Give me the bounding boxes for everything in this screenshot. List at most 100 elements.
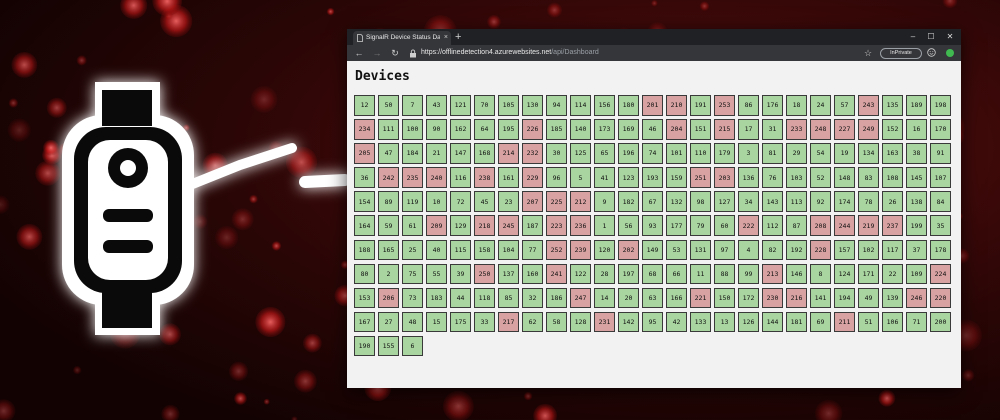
device-tile: 179 (714, 143, 735, 164)
refresh-icon[interactable]: ↻ (389, 45, 401, 61)
device-tile: 246 (906, 287, 927, 309)
device-tile: 204 (666, 119, 687, 140)
device-tile: 133 (690, 311, 711, 333)
device-tile: 98 (690, 191, 711, 212)
address-bar[interactable]: https://offlinedetection4.azurewebsites.… (421, 48, 841, 58)
back-icon[interactable]: ← (353, 45, 365, 61)
device-tile: 237 (882, 215, 903, 236)
tab-close-icon[interactable]: × (444, 31, 448, 45)
device-tile: 72 (450, 191, 471, 212)
device-tile: 242 (378, 167, 399, 188)
device-tile: 116 (450, 167, 471, 188)
lock-icon[interactable] (409, 49, 417, 58)
device-tile: 178 (930, 239, 951, 261)
device-tile: 22 (882, 263, 903, 285)
device-tile: 51 (858, 311, 879, 333)
device-tile: 28 (594, 263, 615, 285)
device-tile: 64 (474, 119, 495, 140)
device-tile: 71 (906, 311, 927, 333)
device-tile: 155 (378, 335, 399, 357)
device-tile: 78 (858, 191, 879, 212)
wearable-device-icon (62, 82, 351, 335)
device-tile: 230 (762, 287, 783, 309)
device-tile: 187 (522, 215, 543, 236)
device-tile: 174 (834, 191, 855, 212)
device-tile: 162 (450, 119, 471, 140)
device-tile: 205 (354, 143, 375, 164)
device-tile: 65 (594, 143, 615, 164)
device-tile: 83 (858, 167, 879, 188)
device-tile: 222 (738, 215, 759, 236)
device-tile: 157 (834, 239, 855, 261)
device-tile: 199 (906, 215, 927, 236)
favorite-star-icon[interactable]: ☆ (864, 45, 872, 61)
device-tile: 58 (546, 311, 567, 333)
device-tile: 18 (786, 95, 807, 116)
device-tile: 120 (594, 239, 615, 261)
device-tile: 123 (618, 167, 639, 188)
device-tile: 149 (642, 239, 663, 261)
device-tile: 2 (378, 263, 399, 285)
device-tile: 220 (930, 287, 951, 309)
new-tab-button[interactable]: + (455, 29, 461, 45)
device-tile: 16 (906, 119, 927, 140)
device-tile: 86 (738, 95, 759, 116)
device-tile: 57 (834, 95, 855, 116)
device-tile: 99 (738, 263, 759, 285)
device-tile: 211 (834, 311, 855, 333)
device-tile: 161 (498, 167, 519, 188)
profile-avatar[interactable] (946, 49, 954, 57)
device-tile: 138 (906, 191, 927, 212)
device-tile: 112 (762, 215, 783, 236)
maximize-button[interactable]: ☐ (923, 29, 939, 45)
device-tile: 85 (498, 287, 519, 309)
device-tile: 180 (618, 95, 639, 116)
device-tile: 248 (810, 119, 831, 140)
device-tile: 134 (858, 143, 879, 164)
device-tile: 70 (474, 95, 495, 116)
device-tile: 172 (738, 287, 759, 309)
device-tile: 110 (690, 143, 711, 164)
nav-bar: ← → ↻ https://offlinedetection4.azureweb… (347, 45, 961, 61)
device-tile: 7 (402, 95, 423, 116)
device-tile: 74 (642, 143, 663, 164)
device-tile: 60 (714, 215, 735, 236)
device-tile: 29 (786, 143, 807, 164)
device-tile: 77 (522, 239, 543, 261)
device-tile: 91 (930, 143, 951, 164)
device-tile: 130 (522, 95, 543, 116)
forward-icon[interactable]: → (371, 45, 383, 61)
device-tile: 107 (930, 167, 951, 188)
feedback-smiley-icon[interactable] (927, 48, 936, 57)
device-tile: 175 (450, 311, 471, 333)
device-tile: 214 (498, 143, 519, 164)
device-tile: 160 (522, 263, 543, 285)
device-tile: 221 (690, 287, 711, 309)
device-tile: 141 (810, 287, 831, 309)
device-tile: 43 (426, 95, 447, 116)
device-tile: 82 (762, 239, 783, 261)
device-tile: 121 (450, 95, 471, 116)
device-tile: 223 (546, 215, 567, 236)
device-tile: 13 (714, 311, 735, 333)
device-tile: 52 (810, 167, 831, 188)
device-tile: 154 (354, 191, 375, 212)
device-tile: 169 (618, 119, 639, 140)
device-tile: 5 (570, 167, 591, 188)
inprivate-badge[interactable]: InPrivate (880, 48, 922, 59)
device-tile: 135 (882, 95, 903, 116)
tab-dashboard[interactable]: SignalR Device Status Dashboard × (353, 31, 451, 45)
device-tile: 150 (714, 287, 735, 309)
device-tile: 24 (810, 95, 831, 116)
device-tile: 176 (762, 95, 783, 116)
device-tile: 47 (378, 143, 399, 164)
device-tile: 251 (690, 167, 711, 188)
close-window-button[interactable]: ✕ (942, 29, 958, 45)
device-tile: 198 (930, 95, 951, 116)
device-tile: 50 (378, 95, 399, 116)
device-tile: 159 (666, 167, 687, 188)
device-tile: 89 (378, 191, 399, 212)
device-tile: 238 (474, 167, 495, 188)
minimize-button[interactable]: – (905, 29, 921, 45)
device-tile: 87 (786, 215, 807, 236)
